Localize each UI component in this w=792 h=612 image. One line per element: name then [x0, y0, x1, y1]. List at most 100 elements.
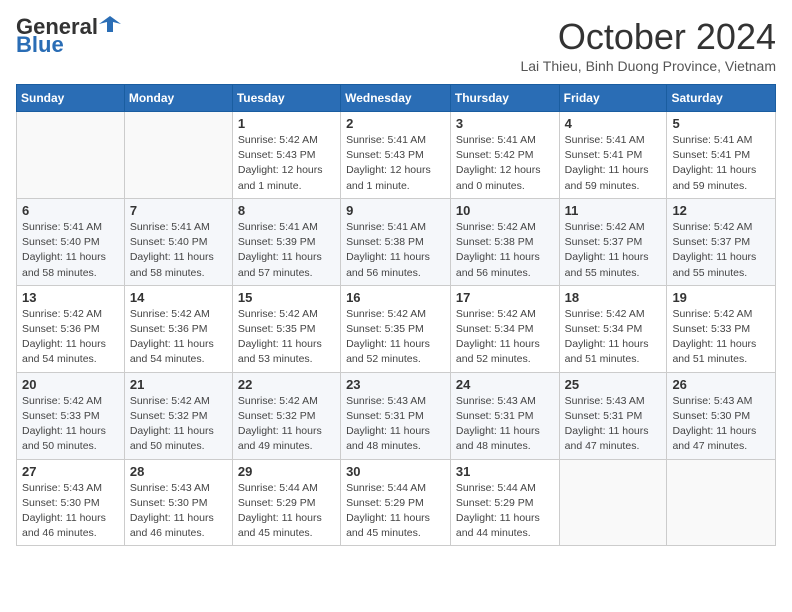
calendar-week-row: 27 Sunrise: 5:43 AMSunset: 5:30 PMDayligh… [17, 459, 776, 546]
logo: General Blue [16, 16, 121, 56]
month-title: October 2024 [520, 16, 776, 58]
day-info: Sunrise: 5:43 AMSunset: 5:31 PMDaylight:… [346, 394, 445, 455]
calendar-day-cell: 15 Sunrise: 5:42 AMSunset: 5:35 PMDayligh… [232, 285, 340, 372]
day-number: 3 [456, 116, 554, 131]
calendar-day-cell: 12 Sunrise: 5:42 AMSunset: 5:37 PMDayligh… [667, 198, 776, 285]
day-of-week-header: Friday [559, 85, 667, 112]
day-number: 16 [346, 290, 445, 305]
day-number: 2 [346, 116, 445, 131]
calendar-day-cell: 5 Sunrise: 5:41 AMSunset: 5:41 PMDaylight… [667, 112, 776, 199]
day-info: Sunrise: 5:42 AMSunset: 5:34 PMDaylight:… [565, 307, 662, 368]
day-number: 28 [130, 464, 227, 479]
day-number: 15 [238, 290, 335, 305]
day-number: 12 [672, 203, 770, 218]
day-info: Sunrise: 5:41 AMSunset: 5:40 PMDaylight:… [22, 220, 119, 281]
calendar-week-row: 1Sunrise: 5:42 AMSunset: 5:43 PMDaylight… [17, 112, 776, 199]
day-number: 10 [456, 203, 554, 218]
day-info: Sunrise: 5:42 AMSunset: 5:38 PMDaylight:… [456, 220, 554, 281]
day-number: 27 [22, 464, 119, 479]
day-info: Sunrise: 5:41 AMSunset: 5:40 PMDaylight:… [130, 220, 227, 281]
calendar-day-cell [17, 112, 125, 199]
calendar-day-cell: 1Sunrise: 5:42 AMSunset: 5:43 PMDaylight… [232, 112, 340, 199]
calendar-day-cell [667, 459, 776, 546]
day-info: Sunrise: 5:42 AMSunset: 5:34 PMDaylight:… [456, 307, 554, 368]
calendar-day-cell: 31 Sunrise: 5:44 AMSunset: 5:29 PMDayligh… [450, 459, 559, 546]
calendar-day-cell: 11Sunrise: 5:42 AMSunset: 5:37 PMDayligh… [559, 198, 667, 285]
day-number: 7 [130, 203, 227, 218]
calendar-day-cell: 7 Sunrise: 5:41 AMSunset: 5:40 PMDaylight… [124, 198, 232, 285]
day-info: Sunrise: 5:41 AMSunset: 5:38 PMDaylight:… [346, 220, 445, 281]
day-info: Sunrise: 5:44 AMSunset: 5:29 PMDaylight:… [238, 481, 335, 542]
calendar-day-cell: 29 Sunrise: 5:44 AMSunset: 5:29 PMDayligh… [232, 459, 340, 546]
calendar-day-cell: 19 Sunrise: 5:42 AMSunset: 5:33 PMDayligh… [667, 285, 776, 372]
day-info: Sunrise: 5:42 AMSunset: 5:33 PMDaylight:… [672, 307, 770, 368]
day-number: 23 [346, 377, 445, 392]
calendar-day-cell: 18 Sunrise: 5:42 AMSunset: 5:34 PMDayligh… [559, 285, 667, 372]
day-number: 19 [672, 290, 770, 305]
day-number: 13 [22, 290, 119, 305]
calendar-day-cell: 8Sunrise: 5:41 AMSunset: 5:39 PMDaylight… [232, 198, 340, 285]
day-number: 25 [565, 377, 662, 392]
calendar-day-cell: 16Sunrise: 5:42 AMSunset: 5:35 PMDayligh… [341, 285, 451, 372]
day-of-week-header: Wednesday [341, 85, 451, 112]
calendar-day-cell: 13Sunrise: 5:42 AMSunset: 5:36 PMDayligh… [17, 285, 125, 372]
day-info: Sunrise: 5:43 AMSunset: 5:30 PMDaylight:… [672, 394, 770, 455]
day-info: Sunrise: 5:41 AMSunset: 5:39 PMDaylight:… [238, 220, 335, 281]
day-info: Sunrise: 5:43 AMSunset: 5:30 PMDaylight:… [22, 481, 119, 542]
day-of-week-header: Tuesday [232, 85, 340, 112]
day-info: Sunrise: 5:41 AMSunset: 5:42 PMDaylight:… [456, 133, 554, 194]
page-header: General Blue October 2024 Lai Thieu, Bin… [16, 16, 776, 74]
day-number: 30 [346, 464, 445, 479]
day-number: 24 [456, 377, 554, 392]
calendar-week-row: 20Sunrise: 5:42 AMSunset: 5:33 PMDayligh… [17, 372, 776, 459]
location-subtitle: Lai Thieu, Binh Duong Province, Vietnam [520, 58, 776, 74]
day-number: 22 [238, 377, 335, 392]
day-info: Sunrise: 5:42 AMSunset: 5:32 PMDaylight:… [130, 394, 227, 455]
day-number: 17 [456, 290, 554, 305]
calendar-week-row: 6Sunrise: 5:41 AMSunset: 5:40 PMDaylight… [17, 198, 776, 285]
day-number: 1 [238, 116, 335, 131]
day-of-week-header: Sunday [17, 85, 125, 112]
day-info: Sunrise: 5:42 AMSunset: 5:36 PMDaylight:… [130, 307, 227, 368]
day-info: Sunrise: 5:43 AMSunset: 5:30 PMDaylight:… [130, 481, 227, 542]
day-info: Sunrise: 5:42 AMSunset: 5:37 PMDaylight:… [565, 220, 662, 281]
calendar-day-cell: 20Sunrise: 5:42 AMSunset: 5:33 PMDayligh… [17, 372, 125, 459]
day-of-week-header: Saturday [667, 85, 776, 112]
calendar-day-cell: 30Sunrise: 5:44 AMSunset: 5:29 PMDayligh… [341, 459, 451, 546]
day-number: 21 [130, 377, 227, 392]
calendar-table: SundayMondayTuesdayWednesdayThursdayFrid… [16, 84, 776, 546]
calendar-day-cell: 17 Sunrise: 5:42 AMSunset: 5:34 PMDayligh… [450, 285, 559, 372]
calendar-week-row: 13 Sunrise: 5:42 AMSunset: 5:36 PMDayligh… [17, 285, 776, 372]
day-number: 29 [238, 464, 335, 479]
title-block: October 2024 Lai Thieu, Binh Duong Provi… [520, 16, 776, 74]
calendar-day-cell: 26Sunrise: 5:43 AMSunset: 5:30 PMDayligh… [667, 372, 776, 459]
calendar-header-row: SundayMondayTuesdayWednesdayThursdayFrid… [17, 85, 776, 112]
calendar-day-cell: 4 Sunrise: 5:41 AMSunset: 5:41 PMDaylight… [559, 112, 667, 199]
day-info: Sunrise: 5:41 AMSunset: 5:43 PMDaylight:… [346, 133, 445, 194]
calendar-day-cell: 10 Sunrise: 5:42 AMSunset: 5:38 PMDayligh… [450, 198, 559, 285]
day-info: Sunrise: 5:42 AMSunset: 5:32 PMDaylight:… [238, 394, 335, 455]
calendar-day-cell: 23 Sunrise: 5:43 AMSunset: 5:31 PMDayligh… [341, 372, 451, 459]
day-info: Sunrise: 5:42 AMSunset: 5:35 PMDaylight:… [238, 307, 335, 368]
day-number: 4 [565, 116, 662, 131]
day-info: Sunrise: 5:41 AMSunset: 5:41 PMDaylight:… [565, 133, 662, 194]
calendar-day-cell [124, 112, 232, 199]
calendar-day-cell: 25 Sunrise: 5:43 AMSunset: 5:31 PMDayligh… [559, 372, 667, 459]
logo-blue-text: Blue [16, 34, 121, 56]
day-info: Sunrise: 5:41 AMSunset: 5:41 PMDaylight:… [672, 133, 770, 194]
calendar-day-cell: 28 Sunrise: 5:43 AMSunset: 5:30 PMDayligh… [124, 459, 232, 546]
day-of-week-header: Thursday [450, 85, 559, 112]
day-info: Sunrise: 5:43 AMSunset: 5:31 PMDaylight:… [456, 394, 554, 455]
calendar-day-cell: 27 Sunrise: 5:43 AMSunset: 5:30 PMDayligh… [17, 459, 125, 546]
calendar-day-cell: 6Sunrise: 5:41 AMSunset: 5:40 PMDaylight… [17, 198, 125, 285]
calendar-day-cell: 14Sunrise: 5:42 AMSunset: 5:36 PMDayligh… [124, 285, 232, 372]
calendar-day-cell [559, 459, 667, 546]
day-info: Sunrise: 5:44 AMSunset: 5:29 PMDaylight:… [456, 481, 554, 542]
calendar-day-cell: 2 Sunrise: 5:41 AMSunset: 5:43 PMDaylight… [341, 112, 451, 199]
day-info: Sunrise: 5:43 AMSunset: 5:31 PMDaylight:… [565, 394, 662, 455]
calendar-day-cell: 21 Sunrise: 5:42 AMSunset: 5:32 PMDayligh… [124, 372, 232, 459]
day-number: 18 [565, 290, 662, 305]
day-number: 31 [456, 464, 554, 479]
day-number: 5 [672, 116, 770, 131]
day-info: Sunrise: 5:42 AMSunset: 5:37 PMDaylight:… [672, 220, 770, 281]
